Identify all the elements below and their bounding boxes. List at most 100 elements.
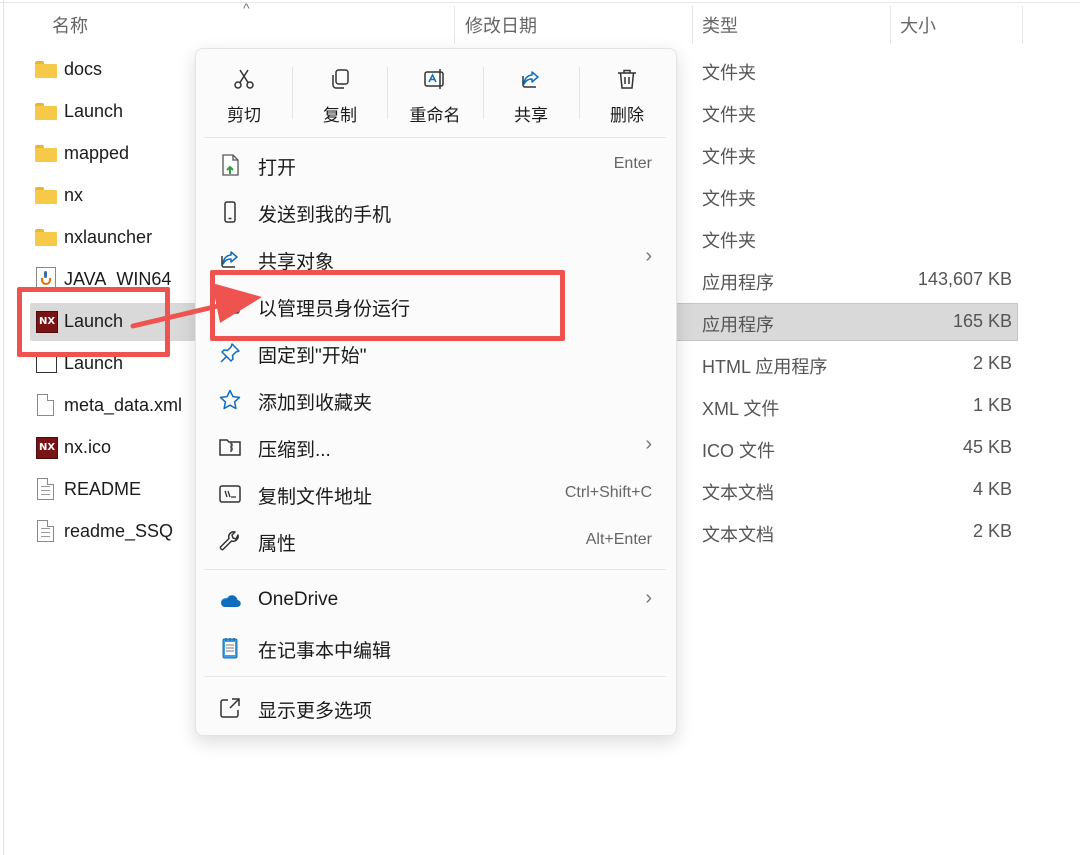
column-divider[interactable]: [1022, 6, 1023, 44]
menu-item-onedrive[interactable]: OneDrive ›: [204, 581, 666, 621]
file-size: 1 KB: [972, 395, 1012, 415]
column-divider[interactable]: [454, 6, 455, 44]
menu-item-compress-to[interactable]: 压缩到... ›: [204, 427, 666, 467]
file-name: readme_SSQ: [64, 521, 174, 541]
cut-button[interactable]: 剪切: [198, 63, 290, 127]
scissors-icon: [234, 69, 254, 89]
file-type: 文本文档: [702, 525, 774, 545]
shortcut-hint: Alt+Enter: [585, 531, 652, 548]
quick-action-divider: [483, 67, 484, 119]
annotation-highlight-file: [17, 287, 170, 357]
file-type: 文件夹: [702, 189, 756, 209]
file-name: nx: [64, 185, 84, 205]
file-name: meta_data.xml: [64, 395, 183, 415]
file-type: ICO 文件: [702, 441, 776, 461]
sort-ascending-icon: ^: [243, 0, 250, 16]
delete-button[interactable]: 删除: [581, 63, 673, 127]
text-document-icon: [37, 520, 54, 542]
chevron-right-icon: ›: [645, 433, 652, 455]
file-name: mapped: [64, 143, 130, 163]
share-with-icon: [221, 251, 238, 268]
menu-item-label: 在记事本中编辑: [258, 641, 392, 662]
pin-icon: [220, 343, 240, 363]
column-header-type[interactable]: 类型: [702, 12, 738, 38]
file-type: 应用程序: [702, 315, 774, 335]
context-menu: 剪切 复制 重命名 共享 删除 打开 Enter 发送到我的手机 共享对象 › …: [195, 48, 677, 736]
folder-icon: [35, 103, 57, 120]
wrench-icon: [219, 531, 239, 551]
menu-item-label: 发送到我的手机: [258, 205, 392, 226]
share-icon: [522, 71, 539, 88]
folder-icon: [35, 187, 57, 204]
shortcut-hint: Ctrl+Shift+C: [564, 484, 652, 501]
file-type: 应用程序: [702, 273, 774, 293]
expand-icon: [220, 698, 240, 718]
column-header-bar: ^ 名称 修改日期 类型 大小: [0, 0, 1080, 46]
menu-item-open[interactable]: 打开 Enter: [204, 145, 666, 185]
file-name: nxlauncher: [64, 227, 153, 247]
column-header-size[interactable]: 大小: [900, 12, 936, 38]
menu-item-copy-as-path[interactable]: 复制文件地址 Ctrl+Shift+C: [204, 474, 666, 514]
file-size: 2 KB: [972, 521, 1012, 541]
file-type: 文本文档: [702, 483, 774, 503]
file-size: 165 KB: [952, 311, 1012, 331]
menu-divider: [204, 569, 666, 570]
chevron-right-icon: ›: [645, 245, 652, 267]
copy-icon: [332, 69, 349, 89]
quick-action-divider: [387, 67, 388, 119]
menu-divider: [204, 676, 666, 677]
menu-item-label: 属性: [258, 534, 297, 555]
column-divider[interactable]: [692, 6, 693, 44]
cut-label: 剪切: [227, 106, 261, 125]
column-header-name[interactable]: 名称: [52, 12, 88, 38]
menu-item-send-to-phone[interactable]: 发送到我的手机: [204, 192, 666, 232]
file-name: README: [64, 479, 142, 499]
file-size: 2 KB: [972, 353, 1012, 373]
menu-item-add-to-favorites[interactable]: 添加到收藏夹: [204, 380, 666, 420]
rename-icon: [424, 69, 444, 89]
quick-action-divider: [579, 67, 580, 119]
file-name: Launch: [64, 101, 124, 121]
menu-item-label: 添加到收藏夹: [258, 393, 373, 414]
text-document-icon: [37, 478, 54, 500]
star-icon: [219, 389, 241, 410]
quick-action-divider: [292, 67, 293, 119]
annotation-highlight-menu-item: [210, 270, 565, 341]
copy-label: 复制: [323, 106, 357, 125]
share-label: 共享: [514, 106, 548, 125]
menu-item-label: OneDrive: [258, 589, 339, 610]
file-type: 文件夹: [702, 147, 756, 167]
menu-item-edit-in-notepad[interactable]: 在记事本中编辑: [204, 628, 666, 668]
file-type: 文件夹: [702, 231, 756, 251]
menu-item-label: 固定到"开始": [258, 346, 367, 367]
file-size: 4 KB: [972, 479, 1012, 499]
file-type: 文件夹: [702, 63, 756, 83]
shortcut-hint: Enter: [613, 155, 652, 172]
delete-label: 删除: [610, 106, 644, 125]
menu-item-label: 打开: [258, 158, 297, 179]
zip-icon: [219, 439, 241, 456]
file-type: HTML 应用程序: [702, 357, 828, 377]
folder-icon: [35, 145, 57, 162]
file-type: 文件夹: [702, 105, 756, 125]
menu-item-label: 复制文件地址: [258, 487, 373, 508]
chevron-right-icon: ›: [645, 587, 652, 609]
share-button[interactable]: 共享: [485, 63, 577, 127]
rename-label: 重命名: [409, 106, 461, 125]
file-size: 143,607 KB: [917, 269, 1012, 289]
onedrive-cloud-icon: [220, 595, 241, 608]
menu-item-label: 显示更多选项: [258, 701, 373, 722]
column-header-date[interactable]: 修改日期: [465, 12, 537, 38]
menu-item-properties[interactable]: 属性 Alt+Enter: [204, 521, 666, 561]
file-size: 45 KB: [962, 437, 1012, 457]
open-icon: [222, 154, 239, 176]
trash-icon: [618, 69, 636, 89]
copy-button[interactable]: 复制: [294, 63, 386, 127]
menu-item-label: 压缩到...: [258, 440, 331, 461]
rename-button[interactable]: 重命名: [389, 63, 481, 127]
notepad-icon: [222, 638, 238, 659]
copy-path-icon: [219, 485, 241, 503]
column-divider[interactable]: [890, 6, 891, 44]
phone-icon: [224, 201, 236, 223]
menu-item-show-more-options[interactable]: 显示更多选项: [204, 688, 666, 728]
